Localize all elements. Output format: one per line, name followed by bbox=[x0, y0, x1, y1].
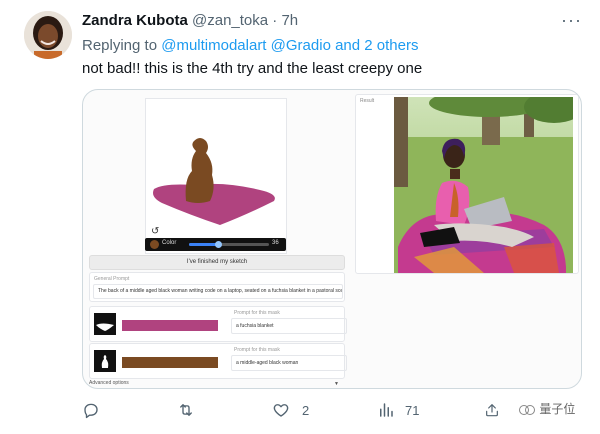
like-action[interactable]: 2 bbox=[272, 398, 309, 422]
mask-color-bar bbox=[122, 320, 218, 331]
mention-gradio[interactable]: @Gradio bbox=[271, 37, 331, 54]
brush-size-value: 36 bbox=[272, 240, 279, 246]
heart-icon[interactable] bbox=[272, 401, 290, 419]
slider-knob[interactable] bbox=[215, 241, 222, 248]
author-handle[interactable]: @zan_toka bbox=[192, 12, 268, 29]
views-action[interactable]: 71 bbox=[377, 398, 419, 422]
mention-others[interactable]: and 2 others bbox=[335, 37, 418, 54]
mention-multimodalart[interactable]: @multimodalart bbox=[161, 37, 266, 54]
watermark: 量子位 bbox=[518, 400, 575, 417]
views-count: 71 bbox=[405, 402, 420, 418]
views-icon[interactable] bbox=[377, 401, 395, 419]
retweet-icon[interactable] bbox=[176, 401, 196, 419]
reply-icon[interactable] bbox=[82, 401, 100, 419]
watermark-text: 量子位 bbox=[539, 402, 576, 416]
mask-row: Prompt for this mask a middle-aged black… bbox=[89, 343, 347, 379]
retweet-action[interactable] bbox=[176, 398, 196, 422]
mask-color-bar bbox=[122, 357, 218, 368]
advanced-options-label: Advanced options bbox=[89, 380, 129, 386]
mask-prompt-label: Prompt for this mask bbox=[234, 310, 280, 316]
tweet-text: not bad!! this is the 4th try and the le… bbox=[82, 60, 423, 77]
mask-prompt-input[interactable]: a fuchsia blanket bbox=[231, 318, 347, 334]
finish-sketch-button[interactable]: I've finished my sketch bbox=[89, 255, 345, 270]
result-panel: Result bbox=[355, 94, 579, 274]
mask-prompt-label: Prompt for this mask bbox=[234, 347, 280, 353]
advanced-options-toggle[interactable]: Advanced options ▼ bbox=[89, 380, 343, 388]
author-name[interactable]: Zandra Kubota bbox=[82, 12, 188, 29]
more-horizontal-icon[interactable]: ··· bbox=[561, 11, 582, 29]
mask-thumbnail bbox=[94, 313, 116, 335]
brush-size-slider[interactable] bbox=[189, 241, 269, 248]
mask-row: Prompt for this mask a fuchsia blanket bbox=[89, 306, 347, 342]
color-label: Color bbox=[162, 240, 177, 246]
tweet-media[interactable]: ↺ Color 36 I've finished my sketch Gener… bbox=[82, 89, 582, 389]
tweet-actions: 2 71 bbox=[0, 398, 600, 422]
brush-toolbar: Color 36 bbox=[145, 238, 286, 251]
watermark-logo-icon bbox=[519, 404, 535, 415]
mask-prompt-input[interactable]: a middle-aged black woman bbox=[231, 355, 347, 371]
sketch-drawing bbox=[153, 138, 275, 225]
chevron-down-icon: ▼ bbox=[334, 381, 339, 387]
tweet-header: Zandra Kubota @zan_toka · 7h bbox=[82, 12, 298, 29]
result-image[interactable] bbox=[394, 97, 573, 273]
share-action[interactable] bbox=[484, 398, 500, 422]
tweet-time[interactable]: 7h bbox=[281, 12, 298, 29]
share-icon[interactable] bbox=[484, 401, 500, 419]
mask-thumbnail bbox=[94, 350, 116, 372]
avatar[interactable] bbox=[24, 11, 72, 59]
reply-action[interactable] bbox=[82, 398, 100, 422]
header-separator: · bbox=[272, 12, 278, 29]
general-prompt-label: General Prompt bbox=[94, 276, 130, 282]
color-swatch[interactable] bbox=[150, 240, 159, 249]
general-prompt-input[interactable]: The back of a middle aged black woman wr… bbox=[93, 284, 343, 299]
result-label: Result bbox=[360, 98, 375, 104]
replying-to: Replying to @multimodalart @Gradio and 2… bbox=[82, 37, 418, 54]
undo-icon[interactable]: ↺ bbox=[151, 226, 159, 237]
general-prompt-box: General Prompt The back of a middle aged… bbox=[89, 272, 345, 302]
tweet: Zandra Kubota @zan_toka · 7h ··· Replyin… bbox=[0, 0, 600, 434]
sketch-canvas[interactable] bbox=[145, 98, 287, 254]
replying-prefix: Replying to bbox=[82, 37, 158, 54]
like-count: 2 bbox=[302, 402, 310, 418]
